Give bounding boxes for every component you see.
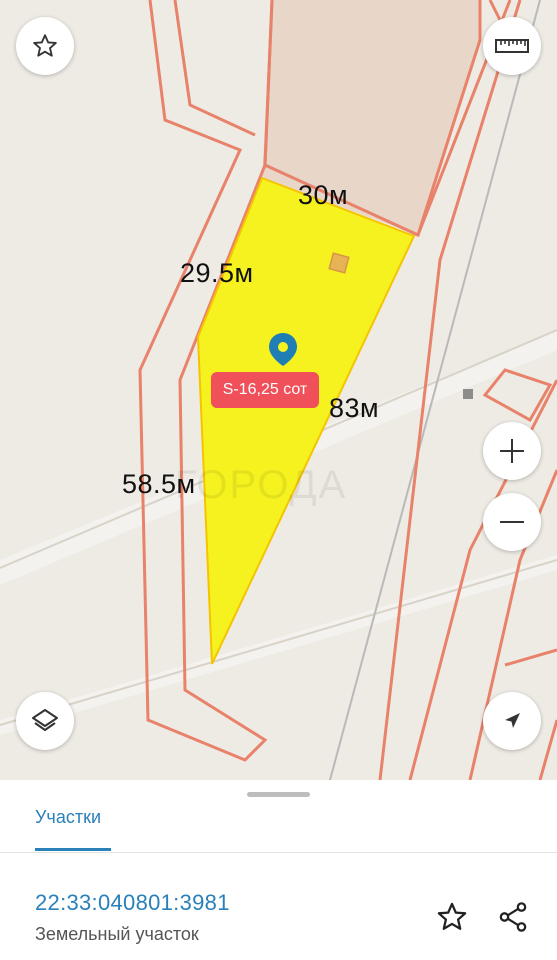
area-badge[interactable]: S-16,25 сот: [211, 372, 319, 408]
parcel-cadastral-number[interactable]: 22:33:040801:3981: [35, 890, 230, 916]
parcel-type: Земельный участок: [35, 924, 199, 944]
zoom-out-button[interactable]: [483, 493, 541, 551]
star-outline-icon: [437, 902, 467, 930]
dimension-right: 83м: [329, 393, 380, 423]
share-button[interactable]: [493, 897, 533, 937]
bottom-sheet[interactable]: Участки 22:33:040801:3981 Земельный учас…: [0, 780, 557, 960]
minus-icon: [500, 521, 524, 523]
navigation-arrow-icon: [505, 713, 520, 728]
share-icon: [499, 902, 527, 932]
ruler-button[interactable]: [483, 17, 541, 75]
my-location-button[interactable]: [483, 692, 541, 750]
favorite-parcel-button[interactable]: [432, 897, 472, 937]
ruler-icon: [495, 39, 529, 53]
layers-button[interactable]: [16, 692, 74, 750]
point-marker: [463, 389, 473, 399]
map-view[interactable]: ГОРОДА 30м 29.5м 83м 58.5м S-16,25 сот: [0, 0, 557, 780]
zoom-in-button[interactable]: [483, 422, 541, 480]
dimension-left-lower: 58.5м: [122, 469, 196, 499]
map-watermark: ГОРОДА: [175, 463, 348, 507]
tab-parcels[interactable]: Участки: [35, 807, 101, 828]
plus-icon: [500, 439, 524, 463]
road-line: [0, 559, 557, 726]
star-outline-icon: [33, 34, 57, 57]
favorite-map-button[interactable]: [16, 17, 74, 75]
tab-active-indicator: [35, 848, 111, 851]
sheet-divider: [0, 852, 557, 853]
road-area: [0, 555, 557, 735]
dimension-top: 30м: [298, 180, 349, 210]
structure-marker: [328, 252, 350, 274]
layers-icon: [32, 709, 58, 731]
sheet-drag-handle[interactable]: [247, 792, 310, 797]
dimension-left-upper: 29.5м: [180, 258, 254, 288]
